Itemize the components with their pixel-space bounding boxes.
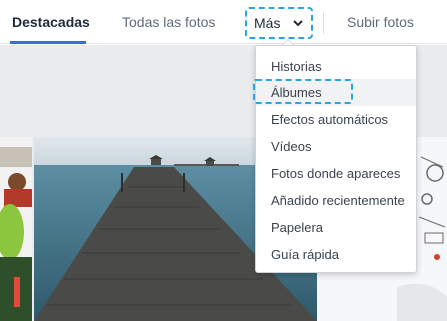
photo-thumbnail-people[interactable] (0, 137, 32, 321)
tab-upload-photos[interactable]: Subir fotos (347, 0, 414, 44)
menu-item-stories[interactable]: Historias (256, 53, 416, 80)
active-tab-indicator (10, 41, 86, 44)
chevron-down-icon (293, 20, 303, 27)
menu-item-trash[interactable]: Papelera (256, 214, 416, 241)
tab-all-photos[interactable]: Todas las fotos (122, 0, 215, 44)
more-dropdown-menu: Historias Álbumes Efectos automáticos Ví… (255, 45, 417, 273)
tab-more-button[interactable]: Más (245, 7, 313, 39)
photo-people-image (0, 137, 32, 321)
photos-tab-bar: Destacadas Todas las fotos Más Subir fot… (0, 0, 447, 44)
tab-more-label: Más (254, 15, 281, 31)
menu-item-videos[interactable]: Vídeos (256, 133, 416, 160)
menu-item-recently-added[interactable]: Añadido recientemente (256, 187, 416, 214)
menu-item-albums[interactable]: Álbumes (256, 79, 416, 106)
tab-divider (323, 12, 324, 34)
menu-item-photos-of-you[interactable]: Fotos donde apareces (256, 160, 416, 187)
menu-item-auto-effects[interactable]: Efectos automáticos (256, 106, 416, 133)
menu-item-quick-guide[interactable]: Guía rápida (256, 241, 416, 268)
tab-featured[interactable]: Destacadas (12, 0, 90, 44)
